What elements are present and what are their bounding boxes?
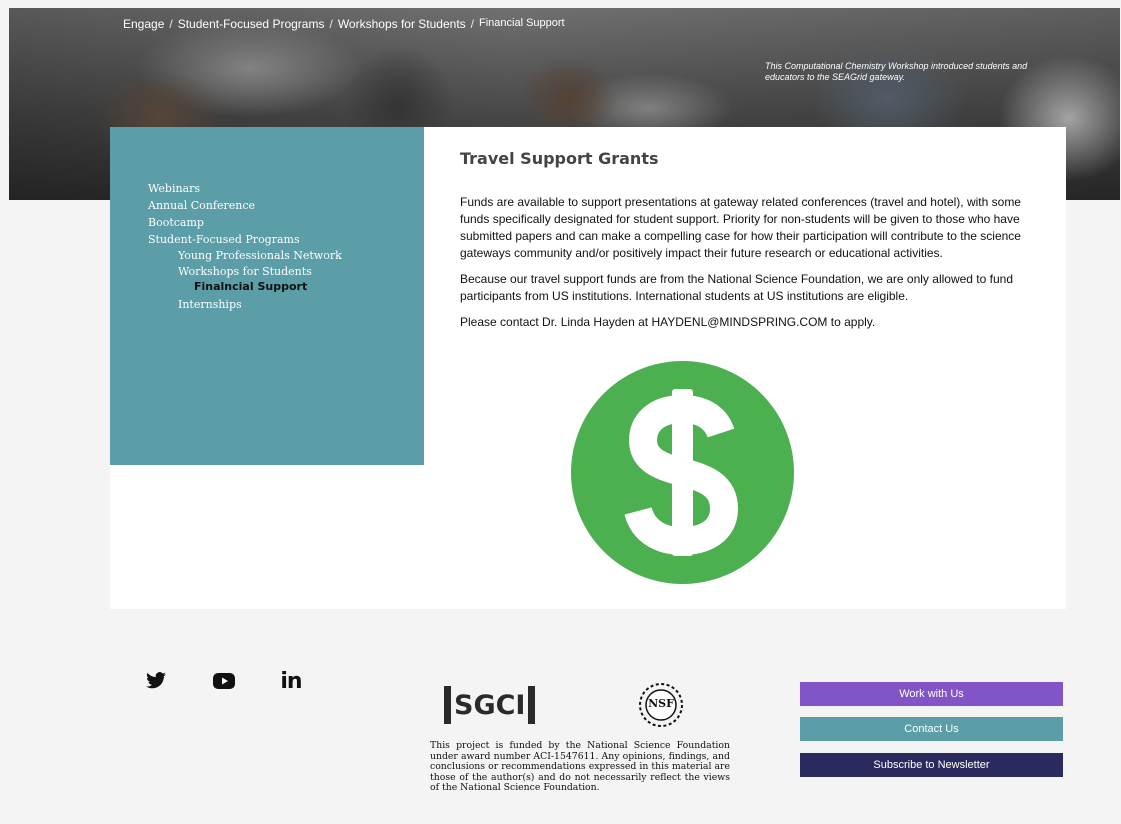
paragraph-contact: Please contact Dr. Linda Hayden at HAYDE… <box>460 315 876 329</box>
hero-caption: This Computational Chemistry Workshop in… <box>765 61 1028 82</box>
funding-statement: This project is funded by the National S… <box>430 740 730 793</box>
sidebar-item-internships[interactable]: Internships <box>148 297 424 313</box>
breadcrumb-separator: / <box>470 17 474 31</box>
subscribe-newsletter-button[interactable]: Subscribe to Newsletter <box>800 753 1063 777</box>
breadcrumb-separator: / <box>169 17 173 31</box>
twitter-icon[interactable] <box>144 670 168 692</box>
sgci-logo: SGCI <box>441 686 538 724</box>
breadcrumb-workshops-for-students[interactable]: Workshops for Students <box>338 17 466 31</box>
breadcrumb-student-focused-programs[interactable]: Student-Focused Programs <box>178 17 325 31</box>
sidebar-item-financial-support[interactable]: Finalncial Support <box>148 280 424 293</box>
page-title: Travel Support Grants <box>460 149 659 168</box>
sidebar-item-student-focused-programs[interactable]: Student-Focused Programs <box>148 231 424 248</box>
breadcrumb-engage[interactable]: Engage <box>123 17 164 31</box>
sgci-logo-bracket-right <box>528 686 536 724</box>
sidebar-nav: Webinars Annual Conference Bootcamp Stud… <box>110 127 424 465</box>
linkedin-icon[interactable]: in <box>278 668 304 694</box>
contact-us-button[interactable]: Contact Us <box>800 717 1063 741</box>
dollar-sign-icon <box>571 361 794 584</box>
nsf-logo-text: NSF <box>648 697 674 710</box>
sgci-logo-bracket-left <box>444 686 451 724</box>
paragraph-eligibility: Because our travel support funds are fro… <box>460 272 1013 303</box>
sidebar-item-workshops-for-students[interactable]: Workshops for Students <box>148 264 424 280</box>
paragraph-funds: Funds are available to support presentat… <box>460 195 1021 260</box>
main-card: Webinars Annual Conference Bootcamp Stud… <box>110 127 1066 609</box>
sgci-logo-text: SGCI <box>454 689 526 721</box>
youtube-icon[interactable] <box>212 670 236 692</box>
breadcrumb-current: Financial Support <box>479 17 565 29</box>
sidebar-item-young-professionals-network[interactable]: Young Professionals Network <box>148 248 424 264</box>
work-with-us-button[interactable]: Work with Us <box>800 682 1063 706</box>
nsf-logo: NSF <box>636 681 686 729</box>
breadcrumb-separator: / <box>329 17 333 31</box>
breadcrumb: Engage / Student-Focused Programs / Work… <box>123 17 565 31</box>
sidebar-item-annual-conference[interactable]: Annual Conference <box>148 197 424 214</box>
sidebar-item-webinars[interactable]: Webinars <box>148 180 424 197</box>
main-content: Travel Support Grants Funds are availabl… <box>460 149 1050 340</box>
sidebar-item-bootcamp[interactable]: Bootcamp <box>148 214 424 231</box>
linkedin-label: in <box>280 668 302 694</box>
